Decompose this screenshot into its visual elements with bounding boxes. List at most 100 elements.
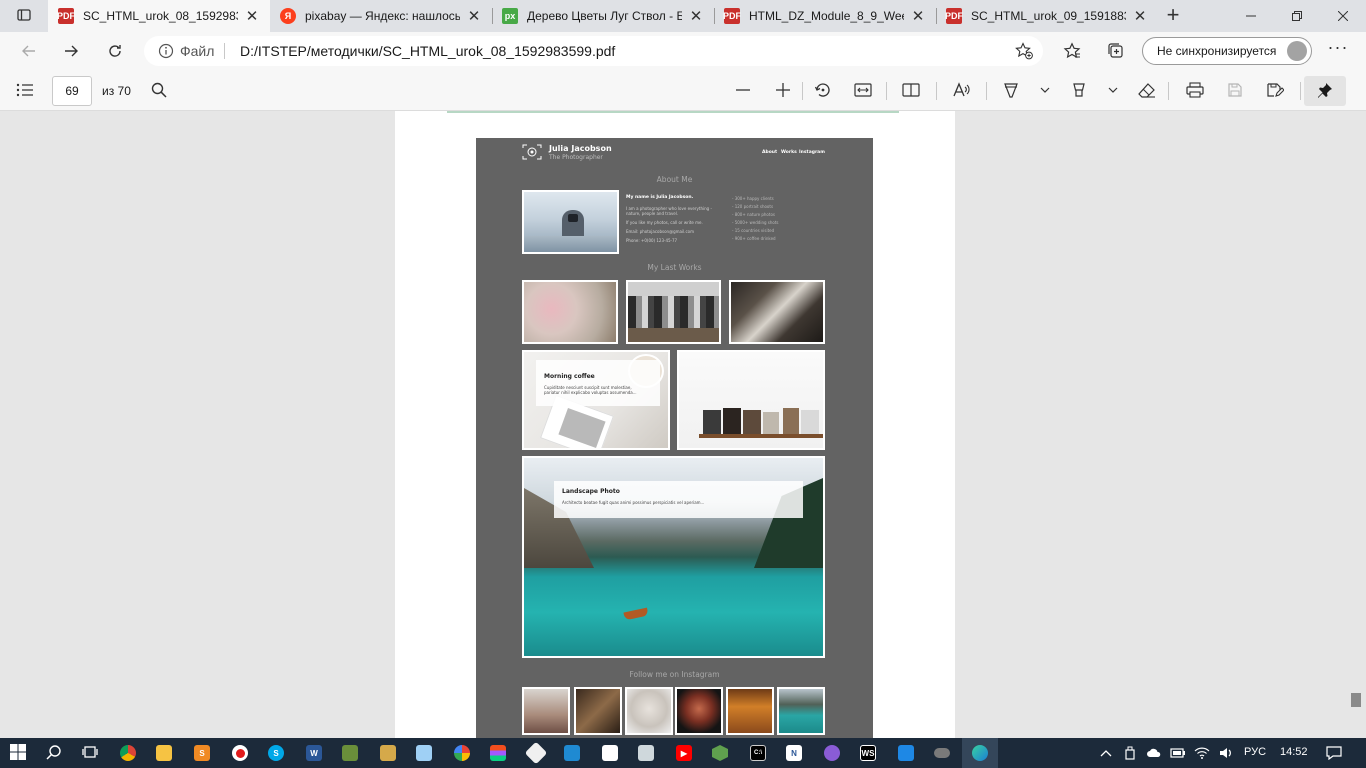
chevron-up-icon[interactable] bbox=[1098, 746, 1114, 760]
taskbar-app-photo[interactable] bbox=[370, 738, 406, 768]
task-view-button[interactable] bbox=[72, 738, 108, 768]
profile-sync-button[interactable]: Не синхронизируется bbox=[1142, 37, 1312, 65]
taskbar-app-notepad[interactable] bbox=[406, 738, 442, 768]
taskbar-app-files[interactable] bbox=[592, 738, 628, 768]
taskbar-app-recorder[interactable] bbox=[222, 738, 258, 768]
start-button[interactable] bbox=[0, 738, 36, 768]
usb-device-icon[interactable] bbox=[1122, 746, 1138, 760]
save-icon[interactable] bbox=[1224, 80, 1246, 100]
taskbar-app-calculator[interactable] bbox=[628, 738, 664, 768]
rotate-icon[interactable] bbox=[812, 80, 834, 100]
wifi-icon[interactable] bbox=[1194, 746, 1210, 760]
instagram-photo bbox=[574, 687, 622, 735]
site-nav-works: Works bbox=[781, 150, 797, 155]
taskbar-app-skype[interactable]: S bbox=[258, 738, 294, 768]
url-text[interactable]: D:/ITSTEP/методички/SC_HTML_urok_08_1592… bbox=[240, 43, 615, 59]
tab-actions-button[interactable] bbox=[8, 4, 40, 28]
taskbar-app-nodejs[interactable] bbox=[702, 738, 738, 768]
taskbar-app-webstorm[interactable]: WS bbox=[850, 738, 886, 768]
save-as-icon[interactable] bbox=[1264, 80, 1286, 100]
pin-icon[interactable] bbox=[1314, 80, 1336, 100]
add-favorite-icon[interactable] bbox=[1015, 42, 1033, 60]
close-icon[interactable]: ✕ bbox=[688, 8, 704, 25]
taskbar-app-vscode[interactable] bbox=[554, 738, 590, 768]
battery-icon[interactable] bbox=[1170, 746, 1186, 760]
collections-icon[interactable] bbox=[1106, 41, 1126, 61]
forward-button[interactable] bbox=[56, 37, 86, 65]
info-icon[interactable] bbox=[158, 43, 174, 59]
tab-strip: PDF SC_HTML_urok_08_15929835 ✕ Я pixabay… bbox=[0, 0, 1366, 32]
youtube-icon: ▶ bbox=[676, 745, 692, 761]
task-view-icon bbox=[82, 744, 98, 763]
terminal-icon: C:\ bbox=[750, 745, 766, 761]
address-bar[interactable]: Файл D:/ITSTEP/методички/SC_HTML_urok_08… bbox=[144, 36, 1043, 66]
toolbar-divider bbox=[986, 82, 987, 100]
taskbar-app-chrome[interactable] bbox=[110, 738, 146, 768]
taskbar-app-youtube[interactable]: ▶ bbox=[666, 738, 702, 768]
taskbar-app-figma[interactable] bbox=[480, 738, 516, 768]
refresh-button[interactable] bbox=[100, 37, 130, 65]
stat-item: - 5000+ wedding shots bbox=[732, 220, 779, 225]
tab-html-dz-module[interactable]: PDF HTML_DZ_Module_8_9_Week ✕ bbox=[714, 0, 936, 32]
landscape-title: Landscape Photo bbox=[562, 488, 620, 495]
taskbar-app-remote-desktop[interactable] bbox=[888, 738, 924, 768]
taskbar-app-terminal[interactable]: C:\ bbox=[740, 738, 776, 768]
taskbar-app-sublime[interactable]: S bbox=[184, 738, 220, 768]
close-icon[interactable]: ✕ bbox=[910, 8, 926, 25]
restore-button[interactable] bbox=[1274, 0, 1320, 32]
work-photo-flowers bbox=[522, 280, 618, 344]
tab-pixabay-yandex[interactable]: Я pixabay — Яндекс: нашлось ✕ bbox=[270, 0, 492, 32]
favorites-icon[interactable] bbox=[1062, 41, 1082, 61]
tab-sc-html-urok-09[interactable]: PDF SC_HTML_urok_09_15918835 ✕ bbox=[936, 0, 1158, 32]
search-button[interactable] bbox=[36, 738, 72, 768]
taskbar-app-git[interactable] bbox=[518, 738, 554, 768]
back-button[interactable] bbox=[14, 37, 44, 65]
taskbar-app-gamepad[interactable] bbox=[924, 738, 960, 768]
fit-to-width-icon[interactable] bbox=[852, 80, 874, 100]
stat-item: - 900+ coffee drinked bbox=[732, 236, 776, 241]
draw-icon[interactable] bbox=[1000, 80, 1022, 100]
taskbar-app-minecraft[interactable] bbox=[332, 738, 368, 768]
chevron-down-icon[interactable] bbox=[1102, 80, 1124, 100]
new-tab-button[interactable]: + bbox=[1160, 4, 1186, 28]
site-subtitle: The Photographer bbox=[549, 154, 603, 161]
pdf-viewport[interactable]: Julia Jacobson The Photographer About Wo… bbox=[0, 111, 1366, 738]
more-options-button[interactable]: ··· bbox=[1326, 38, 1350, 61]
read-aloud-icon[interactable] bbox=[950, 80, 972, 100]
notifications-icon[interactable] bbox=[1326, 746, 1342, 760]
zoom-out-icon[interactable] bbox=[732, 80, 754, 100]
tab-actions-icon bbox=[16, 7, 32, 26]
taskbar-app-explorer[interactable] bbox=[146, 738, 182, 768]
search-icon[interactable] bbox=[148, 80, 170, 100]
page-view-icon[interactable] bbox=[900, 80, 922, 100]
taskbar-app-word[interactable]: W bbox=[296, 738, 332, 768]
chevron-down-icon[interactable] bbox=[1034, 80, 1056, 100]
close-icon[interactable]: ✕ bbox=[466, 8, 482, 25]
instagram-photo bbox=[675, 687, 723, 735]
zoom-in-icon[interactable] bbox=[772, 80, 794, 100]
close-icon[interactable]: ✕ bbox=[1132, 8, 1148, 25]
cloud-icon[interactable] bbox=[1146, 746, 1162, 760]
taskbar-app-notes[interactable]: N bbox=[776, 738, 812, 768]
close-window-button[interactable] bbox=[1320, 0, 1366, 32]
sync-status-label: Не синхронизируется bbox=[1157, 44, 1277, 58]
eraser-icon[interactable] bbox=[1136, 80, 1158, 100]
taskbar-app-edge[interactable] bbox=[962, 738, 998, 768]
highlight-icon[interactable] bbox=[1068, 80, 1090, 100]
page-number-input[interactable]: 69 bbox=[52, 76, 92, 106]
print-icon[interactable] bbox=[1184, 80, 1206, 100]
clock[interactable]: 14:52 bbox=[1280, 746, 1308, 758]
vertical-scrollbar[interactable] bbox=[1351, 693, 1361, 707]
volume-icon[interactable] bbox=[1218, 746, 1234, 760]
input-language[interactable]: РУС bbox=[1244, 746, 1266, 758]
tab-sc-html-urok-08[interactable]: PDF SC_HTML_urok_08_15929835 ✕ bbox=[48, 0, 270, 32]
taskbar-app-github[interactable] bbox=[814, 738, 850, 768]
gamepad-icon bbox=[934, 748, 950, 758]
table-of-contents-icon[interactable] bbox=[14, 80, 36, 100]
taskbar-app-color-picker[interactable] bbox=[444, 738, 480, 768]
coffee-text: pariatur nihil explicabo voluptas assume… bbox=[544, 390, 637, 395]
minimize-button[interactable] bbox=[1228, 0, 1274, 32]
toolbar-divider bbox=[1300, 82, 1301, 100]
tab-pixabay-tree[interactable]: px Дерево Цветы Луг Ствол - Б ✕ bbox=[492, 0, 714, 32]
close-icon[interactable]: ✕ bbox=[244, 8, 260, 25]
